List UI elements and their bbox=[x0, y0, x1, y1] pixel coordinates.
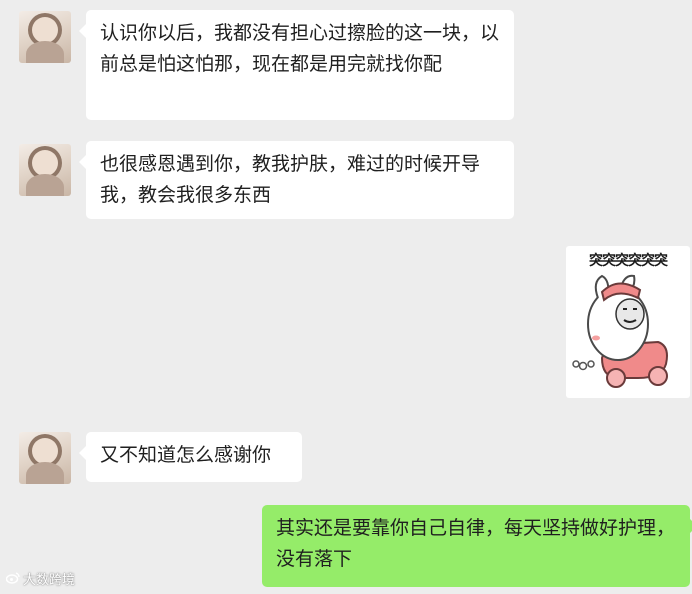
message-text: 认识你以后，我都没有担心过擦脸的这一块，以前总是怕这怕那，现在都是用完就找你配 bbox=[100, 22, 500, 75]
sticker-message[interactable]: 突突突突突突 bbox=[566, 246, 690, 398]
message-bubble-incoming[interactable]: 认识你以后，我都没有担心过擦脸的这一块，以前总是怕这怕那，现在都是用完就找你配 bbox=[79, 10, 514, 120]
contact-avatar[interactable] bbox=[19, 11, 71, 63]
rabbit-scooter-meme-sticker-icon bbox=[572, 274, 668, 388]
message-bubble-outgoing[interactable]: 其实还是要靠你自己自律，每天坚持做好护理，没有落下 bbox=[262, 505, 692, 587]
watermark-text: 大数跨境 bbox=[23, 573, 76, 588]
watermark: 大数跨境 bbox=[5, 569, 76, 588]
message-bubble-incoming[interactable]: 也很感恩遇到你，教我护肤，难过的时候开导我，教会我很多东西 bbox=[79, 141, 514, 219]
message-text: 其实还是要靠你自己自律，每天坚持做好护理，没有落下 bbox=[276, 517, 676, 570]
contact-avatar[interactable] bbox=[19, 144, 71, 196]
contact-avatar[interactable] bbox=[19, 432, 71, 484]
message-bubble-incoming[interactable]: 又不知道怎么感谢你 bbox=[79, 432, 302, 482]
weibo-logo-icon bbox=[5, 572, 20, 588]
chat-conversation: 认识你以后，我都没有担心过擦脸的这一块，以前总是怕这怕那，现在都是用完就找你配 … bbox=[0, 0, 692, 594]
message-text: 又不知道怎么感谢你 bbox=[100, 444, 272, 466]
message-text: 也很感恩遇到你，教我护肤，难过的时候开导我，教会我很多东西 bbox=[100, 153, 481, 206]
